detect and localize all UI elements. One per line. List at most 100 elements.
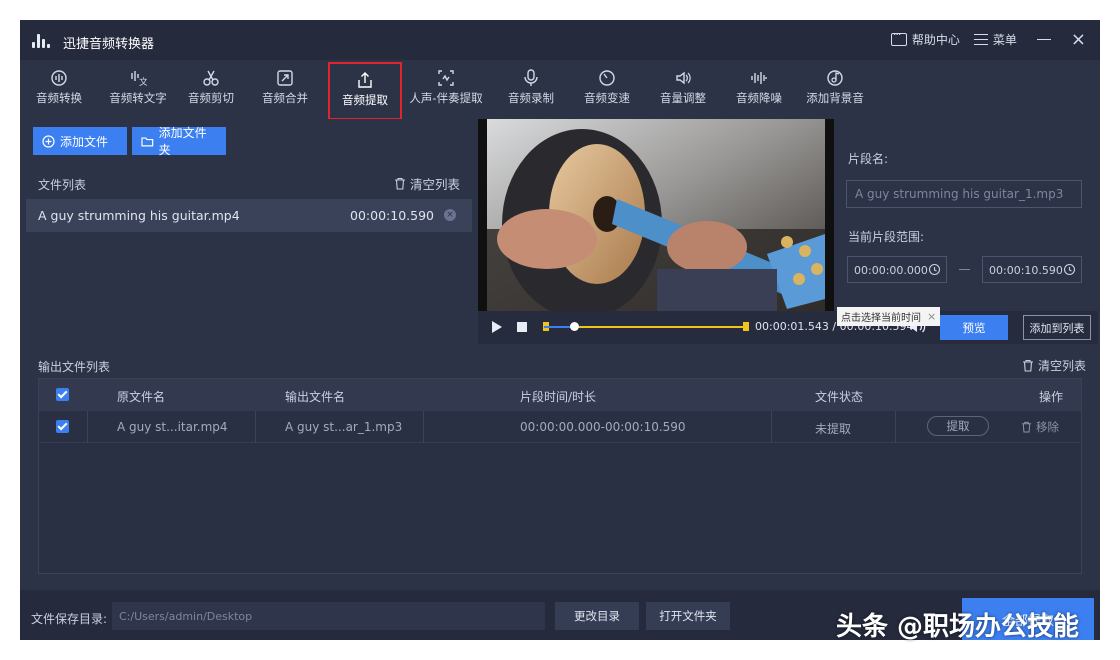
volume-icon	[676, 71, 691, 85]
reset-time-icon[interactable]	[928, 263, 941, 276]
file-list-panel: 添加文件 添加文件夹 文件列表 清空列表 A guy strumming his…	[26, 119, 472, 344]
trash-icon	[1021, 421, 1032, 433]
tool-volume-adjust[interactable]: 音量调整	[656, 60, 710, 116]
tool-label: 音频提取	[342, 93, 388, 107]
segment-panel: 片段名: A guy strumming his guitar_1.mp3 当前…	[834, 119, 1098, 311]
row-checkbox[interactable]	[56, 420, 69, 433]
watermark-text: 头条 @职场办公技能	[836, 612, 1080, 642]
title-bar: 迅捷音频转换器 帮助中心 菜单 ×	[20, 20, 1100, 60]
file-list-item[interactable]: A guy strumming his guitar.mp4 00:00:10.…	[26, 199, 472, 232]
segment-start-value: 00:00:00.000	[854, 264, 928, 277]
tool-label: 音频变速	[584, 91, 630, 105]
column-source-name: 原文件名	[117, 390, 166, 404]
tool-vocal-extract[interactable]: 人声-伴奏提取	[406, 60, 486, 116]
merge-icon	[277, 70, 293, 86]
clear-file-list-button[interactable]: 清空列表	[394, 174, 460, 193]
audio-to-text-icon: 文	[131, 71, 147, 87]
playhead-knob[interactable]	[569, 322, 579, 331]
remove-row-button[interactable]: 移除	[1021, 419, 1059, 435]
add-to-list-button[interactable]: 添加到列表	[1023, 315, 1091, 340]
extract-button[interactable]: 提取	[927, 416, 989, 436]
row-source-name: A guy st...itar.mp4	[117, 420, 228, 434]
speed-icon	[599, 70, 615, 86]
segment-end-value: 00:00:10.590	[989, 264, 1063, 277]
tool-label: 音频降噪	[736, 91, 782, 105]
select-all-checkbox[interactable]	[56, 388, 69, 401]
function-toolbar: 音频转换 文 音频转文字 音频剪切 音频合并 音频提取 人声-伴奏提取 音频录制	[20, 60, 1100, 120]
tool-audio-merge[interactable]: 音频合并	[258, 60, 312, 116]
column-actions: 操作	[1039, 390, 1064, 404]
tool-add-background-music[interactable]: 添加背景音	[802, 60, 868, 116]
help-center-label: 帮助中心	[911, 33, 960, 47]
folder-icon	[141, 137, 154, 146]
tool-audio-speed[interactable]: 音频变速	[580, 60, 634, 116]
add-folder-label: 添加文件夹	[158, 126, 207, 157]
tool-label: 人声-伴奏提取	[409, 91, 483, 105]
clear-output-label: 清空列表	[1037, 359, 1086, 373]
timeline-slider[interactable]	[543, 322, 749, 331]
segment-end-handle[interactable]	[743, 322, 749, 331]
tool-label: 音量调整	[660, 91, 706, 105]
menu-label: 菜单	[992, 33, 1017, 47]
tool-label: 音频剪切	[188, 91, 234, 105]
app-window: 迅捷音频转换器 帮助中心 菜单 × 音频转换 文 音频转文字 音频剪切	[20, 20, 1100, 640]
trash-icon	[394, 177, 405, 190]
add-folder-button[interactable]: 添加文件夹	[132, 126, 226, 157]
scissors-icon	[203, 70, 219, 86]
column-file-status: 文件状态	[815, 390, 864, 404]
column-output-name: 输出文件名	[285, 390, 346, 404]
add-file-label: 添加文件	[60, 134, 109, 149]
segment-end-input[interactable]: 00:00:10.590	[982, 256, 1082, 283]
range-separator	[959, 269, 970, 270]
tool-audio-cut[interactable]: 音频剪切	[184, 60, 238, 116]
export-icon	[358, 72, 372, 88]
output-list-title: 输出文件列表	[38, 360, 111, 374]
tool-audio-convert[interactable]: 音频转换	[28, 60, 90, 116]
vocal-extract-icon	[438, 70, 454, 86]
help-center-button[interactable]: 帮助中心	[890, 28, 960, 48]
segment-range-label: 当前片段范围:	[848, 230, 925, 244]
app-logo-icon	[32, 34, 54, 48]
preview-button[interactable]: 预览	[940, 315, 1008, 340]
menu-button[interactable]: 菜单	[973, 31, 1017, 48]
stop-icon[interactable]	[517, 322, 527, 332]
add-file-button[interactable]: 添加文件	[33, 127, 127, 155]
video-preview	[478, 119, 834, 311]
segment-start-input[interactable]: 00:00:00.000	[847, 256, 947, 283]
tool-audio-extract[interactable]: 音频提取	[328, 62, 402, 120]
file-list-header: 文件列表	[38, 178, 87, 192]
tooltip-close-icon[interactable]: ×	[927, 310, 936, 323]
audio-convert-icon	[51, 70, 67, 86]
close-icon[interactable]: ×	[1071, 30, 1086, 48]
tool-label: 音频录制	[508, 91, 554, 105]
remove-label: 移除	[1036, 420, 1059, 434]
remove-file-icon[interactable]: ×	[444, 209, 456, 221]
row-output-name: A guy st...ar_1.mp3	[285, 420, 403, 434]
video-frame-image	[487, 119, 825, 311]
file-duration: 00:00:10.590	[350, 208, 434, 223]
minimize-icon[interactable]	[1036, 38, 1051, 41]
change-directory-button[interactable]: 更改目录	[555, 602, 639, 630]
tool-label: 音频转换	[36, 91, 82, 105]
clear-output-list-button[interactable]: 清空列表	[1022, 357, 1086, 374]
tool-audio-denoise[interactable]: 音频降噪	[732, 60, 786, 116]
reset-time-icon[interactable]	[1063, 263, 1076, 276]
save-path-field[interactable]: C:/Users/admin/Desktop	[112, 602, 545, 630]
current-time: 00:00:01.543	[755, 320, 829, 333]
clear-list-label: 清空列表	[409, 177, 460, 192]
player-controls: 00:00:01.543 / 00:00:10.594 预览 添加到列表	[478, 311, 1098, 344]
tool-audio-record[interactable]: 音频录制	[504, 60, 558, 116]
svg-text:文: 文	[139, 76, 147, 87]
save-directory-label: 文件保存目录:	[31, 612, 108, 626]
row-file-status: 未提取	[815, 422, 852, 436]
play-icon[interactable]	[492, 321, 502, 333]
time-separator: /	[832, 320, 837, 333]
segment-name-input[interactable]: A guy strumming his guitar_1.mp3	[846, 180, 1082, 208]
select-current-time-tooltip: 点击选择当前时间 ×	[837, 307, 941, 326]
open-folder-button[interactable]: 打开文件夹	[646, 602, 730, 630]
denoise-icon	[751, 72, 767, 84]
table-row[interactable]: A guy st...itar.mp4 A guy st...ar_1.mp3 …	[39, 411, 1081, 443]
tool-audio-to-text[interactable]: 文 音频转文字	[100, 60, 176, 116]
tool-label: 音频转文字	[109, 91, 167, 105]
table-header: 原文件名 输出文件名 片段时间/时长 文件状态 操作	[39, 379, 1081, 411]
